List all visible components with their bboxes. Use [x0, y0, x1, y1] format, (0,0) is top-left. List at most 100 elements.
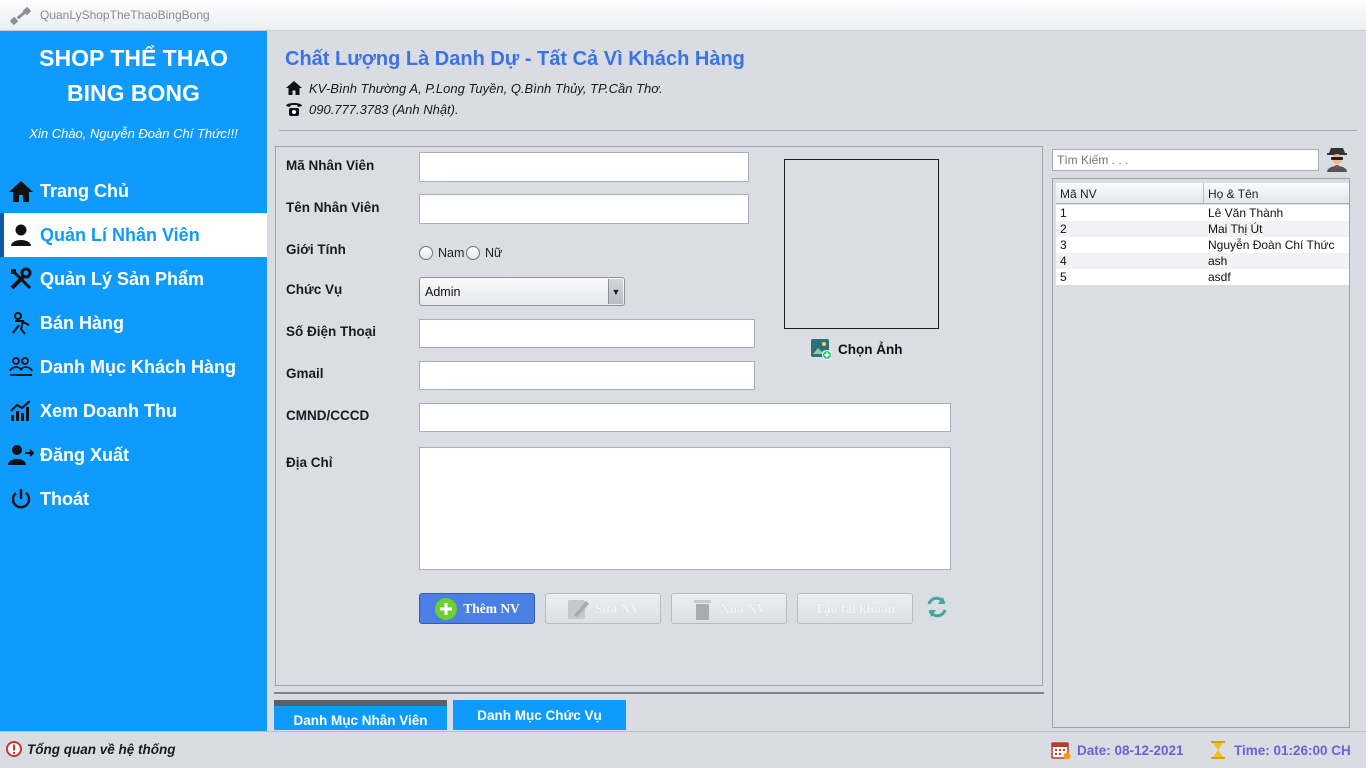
sidebar-item-label: Quản Lý Sản Phẩm	[40, 268, 205, 289]
slogan: Chất Lượng Là Danh Dự - Tất Cả Vì Khách …	[285, 48, 745, 70]
address-line: KV-Bình Thường A, P.Long Tuyền, Q.Bình T…	[285, 80, 663, 96]
logout-user-icon	[8, 442, 34, 468]
tools-icon	[8, 266, 34, 292]
brand-name: SHOP THỂ THAO BING BONG	[0, 41, 267, 111]
sidebar-item-customers[interactable]: Danh Mục Khách Hàng	[0, 345, 267, 389]
user-icon	[8, 222, 34, 248]
status-date: Date: 08-12-2021	[1051, 740, 1184, 760]
sidebar-item-home[interactable]: Trang Chủ	[0, 169, 267, 213]
sales-icon	[8, 310, 34, 336]
gmail-label: Gmail	[286, 366, 324, 381]
power-icon	[8, 486, 34, 512]
choose-photo-button[interactable]: Chọn Ảnh	[810, 338, 902, 360]
chevron-down-icon[interactable]: ▼	[608, 279, 623, 304]
status-date-text: Date: 08-12-2021	[1077, 742, 1184, 758]
brand-line-1: SHOP THỂ THAO	[39, 45, 228, 71]
image-add-icon	[811, 339, 832, 360]
column-header-name[interactable]: Họ & Tên	[1204, 183, 1349, 203]
sidebar-item-label: Quản Lí Nhân Viên	[40, 224, 200, 245]
sidebar-item-logout[interactable]: Đăng Xuất	[0, 433, 267, 477]
table-row[interactable]: 5 asdf	[1056, 269, 1349, 285]
plus-circle-icon	[434, 597, 458, 621]
cell-id: 2	[1060, 222, 1067, 236]
table-row[interactable]: 4 ash	[1056, 253, 1349, 269]
sidebar-item-revenue[interactable]: Xem Doanh Thu	[0, 389, 267, 433]
phone-line: 090.777.3783 (Anh Nhật).	[285, 101, 459, 117]
hourglass-icon	[1211, 741, 1225, 759]
phone-field[interactable]	[419, 319, 755, 348]
delete-employee-label: Xóa NV	[720, 600, 767, 616]
gender-female-radio[interactable]: Nữ	[466, 246, 502, 260]
phone-text: 090.777.3783 (Anh Nhật).	[309, 101, 459, 117]
edit-pencil-icon	[566, 597, 590, 621]
gmail-field[interactable]	[419, 361, 755, 390]
edit-employee-label: Sửa NV	[594, 600, 641, 616]
add-employee-button[interactable]: Thêm NV	[419, 593, 535, 624]
employee-id-label: Mã Nhân Viên	[286, 158, 375, 173]
employee-id-field[interactable]	[419, 152, 749, 182]
cell-name: asdf	[1208, 270, 1231, 284]
tab-positions-label: Danh Mục Chức Vụ	[477, 707, 602, 723]
search-input[interactable]	[1052, 149, 1319, 171]
cell-id: 3	[1060, 238, 1067, 252]
add-employee-label: Thêm NV	[463, 600, 520, 616]
window-title: QuanLyShopTheThaoBingBong	[40, 8, 210, 22]
sidebar-item-label: Xem Doanh Thu	[40, 400, 178, 421]
sidebar-item-label: Đăng Xuất	[40, 444, 130, 465]
status-overview-text: Tổng quan về hệ thống	[27, 741, 176, 757]
cell-name: Lê Văn Thành	[1208, 206, 1284, 220]
create-account-button[interactable]: Tạo tài khoản	[797, 593, 913, 624]
id-card-field[interactable]	[419, 403, 951, 432]
tab-positions[interactable]: Danh Mục Chức Vụ	[453, 700, 626, 730]
sidebar-item-label: Trang Chủ	[40, 180, 129, 201]
sidebar-item-label: Bán Hàng	[40, 312, 125, 333]
employee-name-field[interactable]	[419, 194, 749, 224]
position-selected-value: Admin	[425, 284, 461, 299]
gender-label: Giới Tính	[286, 242, 346, 257]
customers-icon	[8, 354, 34, 380]
sidebar: SHOP THỂ THAO BING BONG Xin Chào, Nguyễn…	[0, 31, 267, 731]
header-divider	[279, 130, 1357, 131]
table-body: 1 Lê Văn Thành 2 Mai Thị Út 3 Nguyễn Đoà…	[1056, 205, 1349, 285]
table-row[interactable]: 1 Lê Văn Thành	[1056, 205, 1349, 221]
title-bar: QuanLyShopTheThaoBingBong	[0, 0, 1366, 31]
radio-dot[interactable]	[419, 246, 433, 260]
refresh-icon[interactable]	[924, 594, 950, 620]
sidebar-item-products[interactable]: Quản Lý Sản Phẩm	[0, 257, 267, 301]
position-select[interactable]: Admin ▼	[419, 277, 625, 306]
search-agent-icon[interactable]	[1324, 145, 1350, 173]
create-account-label: Tạo tài khoản	[814, 600, 896, 616]
table-row[interactable]: 3 Nguyễn Đoàn Chí Thức	[1056, 237, 1349, 253]
employee-name-label: Tên Nhân Viên	[286, 200, 380, 215]
sidebar-item-exit[interactable]: Thoát	[0, 477, 267, 521]
sidebar-item-label: Thoát	[40, 488, 89, 509]
app-icon	[10, 6, 32, 26]
sidebar-menu: Trang Chủ Quản Lí Nhân Viên Quản Lý Sản …	[0, 169, 267, 521]
address-textarea[interactable]	[419, 447, 951, 570]
gender-male-radio[interactable]: Nam	[419, 246, 464, 260]
radio-dot[interactable]	[466, 246, 480, 260]
gender-male-label: Nam	[438, 246, 465, 260]
calendar-icon	[1051, 742, 1071, 760]
employee-photo	[784, 159, 939, 329]
status-time: Time: 01:26:00 CH	[1208, 740, 1351, 760]
status-bar: Tổng quan về hệ thống Date: 08-12-2021 T…	[0, 731, 1366, 768]
sidebar-item-employees[interactable]: Quản Lí Nhân Viên	[0, 213, 267, 257]
sidebar-item-sales[interactable]: Bán Hàng	[0, 301, 267, 345]
cell-id: 4	[1060, 254, 1067, 268]
trash-icon	[691, 597, 715, 621]
status-overview: Tổng quan về hệ thống	[6, 741, 176, 757]
column-header-id[interactable]: Mã NV	[1056, 183, 1204, 203]
edit-employee-button[interactable]: Sửa NV	[545, 593, 661, 624]
delete-employee-button[interactable]: Xóa NV	[671, 593, 787, 624]
cell-name: ash	[1208, 254, 1228, 268]
tab-employees[interactable]: Danh Mục Nhân Viên	[274, 700, 447, 730]
home-icon	[286, 81, 302, 95]
address-text: KV-Bình Thường A, P.Long Tuyền, Q.Bình T…	[309, 80, 663, 96]
cell-id: 1	[1060, 206, 1067, 220]
tab-divider	[274, 692, 1044, 694]
gender-female-label: Nữ	[485, 246, 503, 260]
employee-table: Mã NV Họ & Tên 1 Lê Văn Thành 2 Mai Thị …	[1052, 178, 1350, 728]
tab-employees-label: Danh Mục Nhân Viên	[293, 712, 428, 728]
table-row[interactable]: 2 Mai Thị Út	[1056, 221, 1349, 237]
